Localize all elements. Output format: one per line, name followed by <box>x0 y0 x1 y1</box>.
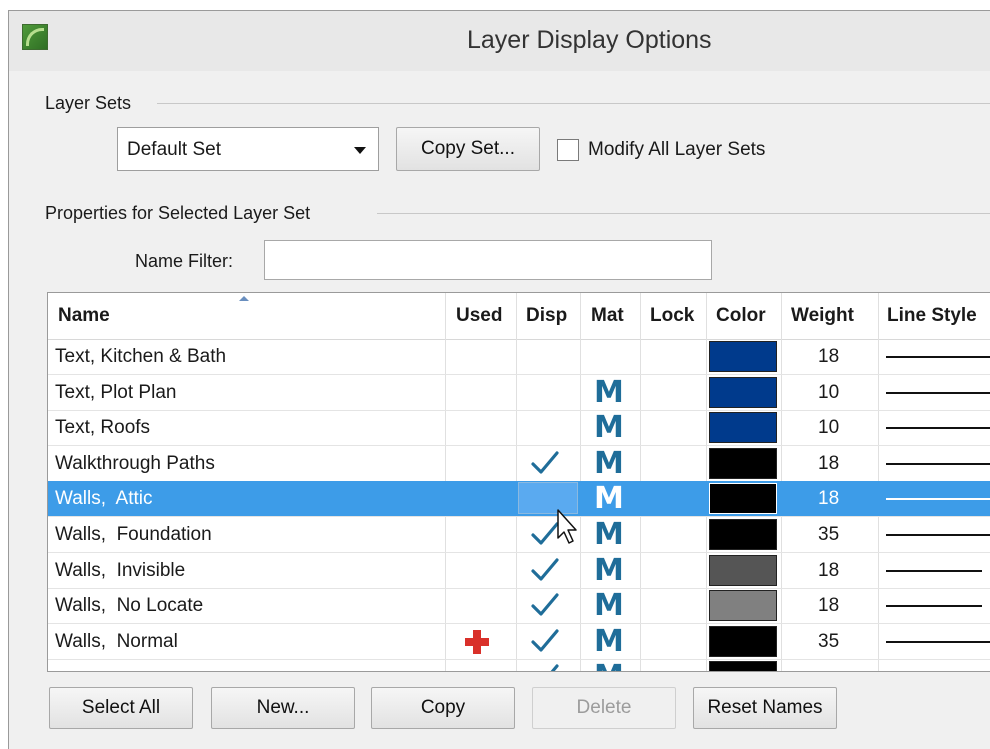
display-check-icon[interactable] <box>530 628 560 654</box>
material-icon[interactable]: M <box>594 482 624 516</box>
line-weight[interactable]: 18 <box>818 453 839 475</box>
column-header-color[interactable]: Color <box>716 305 766 327</box>
mouse-cursor-icon <box>557 509 577 544</box>
material-icon[interactable]: M <box>594 553 624 588</box>
line-style-preview[interactable] <box>886 498 990 501</box>
line-weight[interactable]: 18 <box>818 595 839 617</box>
layer-display-options-dialog: Layer Display Options Layer Sets Default… <box>8 10 990 749</box>
color-swatch[interactable] <box>709 519 777 550</box>
table-row[interactable]: Text, Roofs M 10 <box>48 410 990 447</box>
column-header-used[interactable]: Used <box>456 305 502 327</box>
line-style-preview[interactable] <box>886 462 990 465</box>
copy-layer-button[interactable]: Copy <box>371 687 515 729</box>
table-row[interactable]: Walls, Normal M 35 <box>48 624 990 660</box>
line-weight[interactable]: 10 <box>818 417 839 439</box>
line-weight[interactable]: 35 <box>818 524 839 546</box>
line-weight[interactable]: 35 <box>818 631 839 653</box>
table-row[interactable]: Walls, Attic M 18 <box>48 481 990 518</box>
line-style-preview[interactable] <box>886 534 990 536</box>
material-icon[interactable]: M <box>594 624 624 659</box>
sort-ascending-icon <box>239 296 249 301</box>
color-swatch[interactable] <box>709 590 777 622</box>
line-weight[interactable]: 10 <box>818 382 839 404</box>
line-style-preview[interactable] <box>886 427 990 430</box>
layer-name: Walls, Invisible <box>55 559 186 581</box>
layer-set-selected: Default Set <box>127 139 221 160</box>
line-weight[interactable]: 18 <box>818 488 839 510</box>
material-icon[interactable]: M <box>594 446 624 481</box>
used-plus-icon[interactable] <box>462 628 492 656</box>
modify-all-layer-sets-label[interactable]: Modify All Layer Sets <box>588 139 765 161</box>
properties-divider <box>377 213 990 214</box>
layer-table[interactable]: Name Used Disp Mat Lock Color Weight Lin… <box>47 292 990 672</box>
line-style-preview[interactable] <box>886 391 990 394</box>
line-weight[interactable]: 18 <box>818 560 839 582</box>
display-check-icon[interactable] <box>530 450 560 476</box>
color-swatch[interactable] <box>709 483 777 515</box>
line-style-preview[interactable] <box>886 356 990 358</box>
layer-name: Walls, Attic <box>55 488 153 510</box>
column-header-lock[interactable]: Lock <box>650 305 694 327</box>
material-icon[interactable]: M <box>594 411 624 445</box>
display-check-icon[interactable] <box>530 557 560 583</box>
table-row[interactable]: Walls, Invisible M 18 <box>48 553 990 589</box>
name-filter-label: Name Filter: <box>135 251 234 271</box>
line-style-preview[interactable] <box>886 640 990 643</box>
name-filter-input[interactable] <box>264 240 712 280</box>
layer-name: Walls, Foundation <box>55 524 212 545</box>
column-header-mat[interactable]: Mat <box>591 305 624 327</box>
line-weight[interactable]: 18 <box>818 346 839 368</box>
table-row[interactable]: M <box>48 659 990 672</box>
properties-group-label: Properties for Selected Layer Set <box>45 203 311 224</box>
layer-set-dropdown[interactable]: Default Set <box>117 127 379 171</box>
layer-name: Walls, No Locate <box>55 595 204 617</box>
color-swatch[interactable] <box>709 412 777 444</box>
layer-name: Text, Plot Plan <box>55 381 177 403</box>
layer-sets-group-label: Layer Sets <box>45 93 132 114</box>
material-icon[interactable]: M <box>594 660 624 671</box>
column-header-disp[interactable]: Disp <box>526 305 567 327</box>
column-header-name[interactable]: Name <box>58 305 110 327</box>
line-style-preview[interactable] <box>886 569 982 572</box>
line-style-preview[interactable] <box>886 605 982 608</box>
layer-name: Walkthrough Paths <box>55 452 215 474</box>
display-check-icon[interactable] <box>530 592 560 618</box>
app-icon <box>22 24 48 50</box>
new-layer-button[interactable]: New... <box>211 687 355 729</box>
color-swatch[interactable] <box>709 554 777 586</box>
column-header-weight[interactable]: Weight <box>791 305 854 327</box>
material-icon[interactable]: M <box>594 375 624 410</box>
color-swatch[interactable] <box>709 447 777 479</box>
layer-name: Walls, Normal <box>55 630 178 652</box>
reset-names-button[interactable]: Reset Names <box>693 687 837 729</box>
title-bar: Layer Display Options <box>9 11 990 71</box>
table-row[interactable]: Text, Plot Plan M 10 <box>48 375 990 411</box>
table-row[interactable]: Walkthrough Paths M 18 <box>48 446 990 482</box>
color-swatch[interactable] <box>709 376 777 408</box>
table-row[interactable]: Walls, No Locate M 18 <box>48 588 990 625</box>
layer-sets-divider <box>157 103 990 104</box>
table-row[interactable]: Text, Kitchen & Bath 18 <box>48 339 990 375</box>
column-header-line-style[interactable]: Line Style <box>887 305 977 327</box>
table-row[interactable]: Walls, Foundation M 35 <box>48 517 990 553</box>
select-all-button[interactable]: Select All <box>49 687 193 729</box>
modify-all-layer-sets-checkbox[interactable] <box>557 139 579 161</box>
color-swatch[interactable] <box>709 341 777 372</box>
material-icon[interactable]: M <box>594 518 624 552</box>
color-swatch[interactable] <box>709 625 777 657</box>
delete-layer-button[interactable]: Delete <box>532 687 676 729</box>
display-check-icon[interactable] <box>530 663 560 672</box>
chevron-down-icon <box>354 147 366 154</box>
color-swatch[interactable] <box>709 661 777 671</box>
copy-set-button[interactable]: Copy Set... <box>396 127 540 171</box>
material-icon[interactable]: M <box>594 589 624 623</box>
layer-name: Text, Roofs <box>55 417 151 439</box>
window-title: Layer Display Options <box>467 26 712 54</box>
layer-name: Text, Kitchen & Bath <box>55 346 227 367</box>
table-header: Name Used Disp Mat Lock Color Weight Lin… <box>48 293 990 340</box>
